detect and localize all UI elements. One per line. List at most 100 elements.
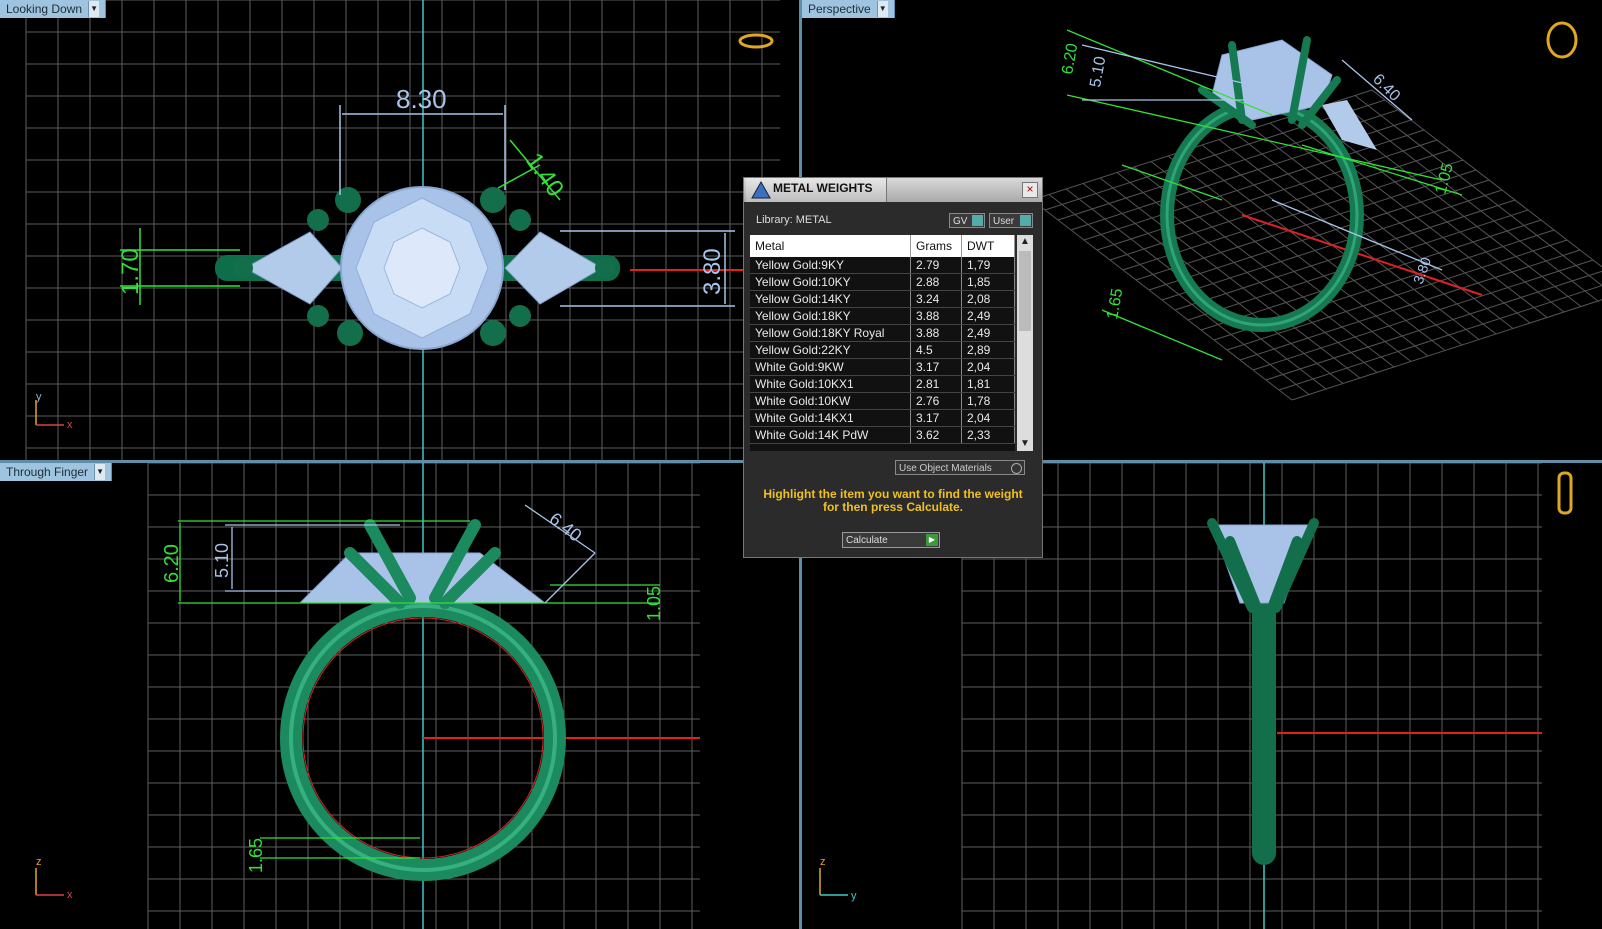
column-header-grams[interactable]: Grams [910,235,962,257]
use-object-materials-toggle[interactable]: Use Object Materials [895,460,1025,475]
gv-toggle-indicator [972,215,983,226]
viewport-label-text: Through Finger [6,465,89,479]
cell-metal: Yellow Gold:10KY [750,273,911,291]
cell-metal: White Gold:14KX1 [750,409,911,427]
use-object-materials-indicator [1011,463,1022,474]
table-row[interactable]: Yellow Gold:22KY 4.5 2,89 [750,341,1015,359]
cell-grams: 3.88 [910,307,962,325]
instruction-text: Highlight the item you want to find the … [763,487,1023,514]
cell-grams: 3.24 [910,290,962,308]
cell-metal: Yellow Gold:18KY [750,307,911,325]
cell-dwt: 2,04 [961,409,1015,427]
table-row[interactable]: White Gold:9KW 3.17 2,04 [750,358,1015,376]
metal-table[interactable]: Metal Grams DWT Yellow Gold:9KY 2.79 1,79 Y… [750,235,1015,451]
axis-indicator-yz [819,868,848,896]
column-header-metal[interactable]: Metal [750,235,911,257]
cell-grams: 3.88 [910,324,962,342]
cell-metal: Yellow Gold:14KY [750,290,911,308]
cell-dwt: 1,81 [961,375,1015,393]
viewport-label-text: Perspective [808,2,871,16]
table-scrollbar[interactable]: ▲ ▼ [1017,235,1033,451]
viewport-label-through-finger[interactable]: Through Finger ▼ [0,463,113,481]
dim-1-40: 1.40 [520,148,569,202]
cell-grams: 3.17 [910,358,962,376]
user-toggle[interactable]: User [989,213,1033,228]
dim-1-65-finger: 1.65 [246,838,266,873]
cell-grams: 2.79 [910,257,962,274]
cell-dwt: 2,33 [961,426,1015,444]
cell-grams: 4.5 [910,341,962,359]
cell-grams: 2.88 [910,273,962,291]
chevron-down-icon[interactable]: ▼ [876,1,888,17]
user-toggle-label: User [993,216,1015,227]
viewport-through-finger[interactable]: 6.20 5.10 6.40 1.05 1.65 z x Through Fin… [0,463,799,929]
calculate-button[interactable]: Calculate ▶ [842,532,940,548]
chevron-down-icon[interactable]: ▼ [94,464,106,480]
table-row[interactable]: Yellow Gold:10KY 2.88 1,85 [750,273,1015,291]
viewport-label-perspective[interactable]: Perspective ▼ [802,0,895,18]
viewport-looking-down-canvas: 8.30 1.40 1.70 3.80 y x [25,0,799,460]
scroll-up-icon[interactable]: ▲ [1017,235,1033,249]
play-icon: ▶ [926,534,938,546]
dim-6-20-finger: 6.20 [161,544,183,583]
cell-metal: White Gold:10KX1 [750,375,911,393]
ring-perspective-icon[interactable] [1546,21,1578,59]
cell-grams: 2.76 [910,392,962,410]
axis-y-label: y [851,890,857,902]
cell-dwt: 2,08 [961,290,1015,308]
scrollbar-thumb[interactable] [1019,251,1031,331]
cell-metal: White Gold:14K PdW [750,426,911,444]
table-row[interactable]: Yellow Gold:9KY 2.79 1,79 [750,257,1015,274]
scroll-down-icon[interactable]: ▼ [1017,437,1033,451]
viewport-label-text: Looking Down [6,2,83,16]
cell-dwt: 2,04 [961,358,1015,376]
table-row[interactable]: Yellow Gold:18KY 3.88 2,49 [750,307,1015,325]
table-row[interactable]: Yellow Gold:18KY Royal 3.88 2,49 [750,324,1015,342]
cell-metal: Yellow Gold:22KY [750,341,911,359]
table-row[interactable]: Yellow Gold:14KY 3.24 2,08 [750,290,1015,308]
axis-x-label: x [67,419,73,431]
table-row[interactable]: White Gold:10KW 2.76 1,78 [750,392,1015,410]
ring-side-icon[interactable] [1557,471,1573,515]
metal-weights-dialog: METAL WEIGHTS × Library: METAL GV User M… [743,177,1043,558]
viewport-looking-down[interactable]: 8.30 1.40 1.70 3.80 y x Looking Down ▼ [0,0,799,460]
cell-dwt: 1,78 [961,392,1015,410]
close-icon[interactable]: × [1022,182,1038,198]
gv-toggle[interactable]: GV [949,213,985,228]
calculate-label: Calculate [846,535,888,546]
column-header-dwt[interactable]: DWT [961,235,1015,257]
dim-1-70: 1.70 [117,248,144,295]
axis-x-label: x [67,889,73,901]
gv-toggle-label: GV [953,216,968,227]
dim-8-30: 8.30 [396,84,447,114]
axis-indicator-xz [35,868,64,896]
cell-metal: Yellow Gold:9KY [750,257,911,274]
cell-grams: 3.62 [910,426,962,444]
axis-z-label: z [820,856,826,868]
dim-6-40-persp: 6.40 [1369,71,1403,105]
chevron-down-icon[interactable]: ▼ [88,1,100,17]
cell-grams: 3.17 [910,409,962,427]
table-row[interactable]: White Gold:10KX1 2.81 1,81 [750,375,1015,393]
dim-1-65-persp: 1.65 [1104,287,1126,321]
cell-metal: Yellow Gold:18KY Royal [750,324,911,342]
metal-weight-icon [751,180,771,199]
cell-dwt: 2,89 [961,341,1015,359]
dialog-titlebar[interactable]: METAL WEIGHTS × [744,178,1042,202]
cell-dwt: 1,85 [961,273,1015,291]
cell-dwt: 2,49 [961,307,1015,325]
cell-dwt: 1,79 [961,257,1015,274]
dim-1-05-finger: 1.05 [644,586,664,621]
table-row[interactable]: White Gold:14KX1 3.17 2,04 [750,409,1015,427]
dim-6-40-finger: 6.40 [546,508,586,545]
table-row[interactable]: White Gold:14K PdW 3.62 2,33 [750,426,1015,444]
user-toggle-indicator [1020,215,1031,226]
cell-grams: 2.81 [910,375,962,393]
cell-metal: White Gold:10KW [750,392,911,410]
dim-5-10-persp: 5.10 [1087,55,1109,89]
dim-3-80: 3.80 [699,248,726,295]
dim-5-10-finger: 5.10 [212,543,232,578]
axis-z-label: z [36,856,42,868]
ring-view-icon[interactable] [738,33,774,49]
viewport-label-looking-down[interactable]: Looking Down ▼ [0,0,107,18]
